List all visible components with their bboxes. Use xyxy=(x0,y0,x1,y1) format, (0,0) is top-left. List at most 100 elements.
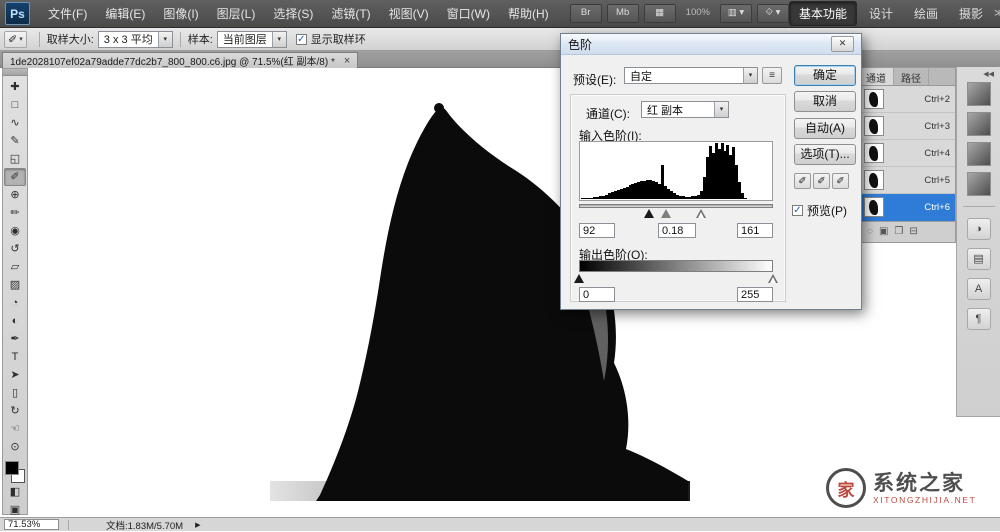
dock-panel-thumbnail-1[interactable] xyxy=(967,112,991,136)
tool-lasso[interactable]: ∿ xyxy=(4,114,26,132)
options-button[interactable]: 选项(T)... xyxy=(794,144,856,165)
input-white-point-slider[interactable] xyxy=(696,209,706,218)
tool-quick-selection[interactable]: ✎ xyxy=(4,132,26,150)
delete-channel-icon[interactable]: ⊟ xyxy=(909,223,917,241)
quick-mask-button[interactable]: ◧ xyxy=(4,483,26,501)
sample-select[interactable]: 当前图层 ▾ xyxy=(217,31,287,48)
dock-panel-thumbnail-3[interactable] xyxy=(967,172,991,196)
menu-item-3[interactable]: 图层(L) xyxy=(208,0,265,28)
preset-value: 自定 xyxy=(625,68,743,84)
tool-hand[interactable]: ☜ xyxy=(4,420,26,438)
application-menubar: Ps 文件(F)编辑(E)图像(I)图层(L)选择(S)滤镜(T)视图(V)窗口… xyxy=(0,0,1000,28)
tool-brush[interactable]: ✏ xyxy=(4,204,26,222)
dialog-close-button[interactable]: ✕ xyxy=(831,36,854,52)
workspace-tab-0[interactable]: 基本功能 xyxy=(789,1,857,26)
status-bar: 71.53% 文档:1.83M/5.70M ▶ xyxy=(0,517,1000,531)
mini-bridge-icon[interactable]: Mb xyxy=(607,4,639,23)
preview-checkbox[interactable]: ✓ xyxy=(792,205,803,216)
tool-3d-rotate[interactable]: ↻ xyxy=(4,402,26,420)
menu-item-6[interactable]: 视图(V) xyxy=(380,0,438,28)
tools-panel-header[interactable] xyxy=(3,69,27,76)
dialog-titlebar[interactable]: 色阶 ✕ xyxy=(561,34,861,55)
tool-gradient[interactable]: ▨ xyxy=(4,276,26,294)
masks-panel-icon[interactable]: ▤ xyxy=(967,248,991,270)
output-white-field[interactable]: 255 xyxy=(737,287,773,302)
auto-button[interactable]: 自动(A) xyxy=(794,118,856,139)
zoom-percentage-field[interactable]: 71.53% xyxy=(4,519,59,530)
channel-row-2[interactable]: Ctrl+4 xyxy=(859,140,955,167)
tool-preset-picker[interactable]: ✐ ▾ xyxy=(4,31,27,48)
tool-clone-stamp[interactable]: ◉ xyxy=(4,222,26,240)
tool-blur[interactable]: ◔ xyxy=(4,294,26,312)
expand-panels-icon[interactable]: ◀◀ xyxy=(983,67,1000,79)
menu-item-5[interactable]: 滤镜(T) xyxy=(322,0,379,28)
set-white-point-eyedropper-button[interactable]: ✐ xyxy=(832,173,849,189)
tool-path-selection[interactable]: ➤ xyxy=(4,366,26,384)
input-black-field[interactable]: 92 xyxy=(579,223,615,238)
output-gradient-bar[interactable] xyxy=(579,260,773,272)
channel-row-0[interactable]: Ctrl+2 xyxy=(859,86,955,113)
load-channel-selection-icon[interactable]: ◌ xyxy=(867,223,873,241)
tool-healing-brush[interactable]: ⊕ xyxy=(4,186,26,204)
workspace-tab-1[interactable]: 设计 xyxy=(860,2,902,25)
tool-history-brush[interactable]: ↺ xyxy=(4,240,26,258)
dock-panel-thumbnail-2[interactable] xyxy=(967,142,991,166)
tool-zoom[interactable]: ⊙ xyxy=(4,438,26,456)
zoom-level-icon[interactable]: 100% xyxy=(681,4,715,23)
channel-select[interactable]: 红 副本 ▾ xyxy=(641,101,729,118)
menu-item-4[interactable]: 选择(S) xyxy=(264,0,322,28)
set-black-point-eyedropper-button[interactable]: ✐ xyxy=(794,173,811,189)
cancel-button[interactable]: 取消 xyxy=(794,91,856,112)
tool-rectangular-marquee[interactable]: □ xyxy=(4,96,26,114)
arrange-documents-icon[interactable]: ▥ ▾ xyxy=(720,4,752,23)
ok-button[interactable]: 确定 xyxy=(794,65,856,86)
sample-size-select[interactable]: 3 x 3 平均 ▾ xyxy=(98,31,173,48)
character-panel-icon[interactable]: A xyxy=(967,278,991,300)
view-extras-icon[interactable]: ▦ xyxy=(644,4,676,23)
preset-select[interactable]: 自定 ▾ xyxy=(624,67,758,84)
tool-crop[interactable]: ◱ xyxy=(4,150,26,168)
input-gamma-slider[interactable] xyxy=(661,209,671,218)
set-gray-point-eyedropper-button[interactable]: ✐ xyxy=(813,173,830,189)
save-selection-as-channel-icon[interactable]: ▣ xyxy=(879,223,888,241)
tool-dodge[interactable]: ◐ xyxy=(4,312,26,330)
menu-item-2[interactable]: 图像(I) xyxy=(154,0,207,28)
channels-tab-0[interactable]: 通道 xyxy=(859,68,894,85)
foreground-color-swatch[interactable] xyxy=(5,461,19,475)
workspace-tab-3[interactable]: 摄影 xyxy=(950,2,992,25)
input-gamma-field[interactable]: 0.18 xyxy=(658,223,696,238)
preset-options-button[interactable]: ≡ xyxy=(762,67,782,84)
menu-item-8[interactable]: 帮助(H) xyxy=(499,0,558,28)
tool-pen[interactable]: ✒ xyxy=(4,330,26,348)
workspace-tab-2[interactable]: 绘画 xyxy=(905,2,947,25)
workspace-overflow-icon[interactable]: ≫ xyxy=(994,8,1000,19)
tool-eraser[interactable]: ▱ xyxy=(4,258,26,276)
new-channel-icon[interactable]: ❐ xyxy=(894,223,903,241)
menu-item-7[interactable]: 窗口(W) xyxy=(438,0,499,28)
show-sampling-ring-checkbox[interactable]: ✓ xyxy=(296,34,307,45)
channels-tab-1[interactable]: 路径 xyxy=(894,68,929,85)
output-white-slider[interactable] xyxy=(768,274,778,283)
tool-eyedropper[interactable]: ✐ xyxy=(4,168,26,186)
channel-row-4[interactable]: Ctrl+6 xyxy=(859,194,955,221)
menu-item-0[interactable]: 文件(F) xyxy=(39,0,96,28)
output-black-field[interactable]: 0 xyxy=(579,287,615,302)
input-black-point-slider[interactable] xyxy=(644,209,654,218)
adjustments-panel-icon[interactable]: ◑ xyxy=(967,218,991,240)
tool-type[interactable]: T xyxy=(4,348,26,366)
output-black-slider[interactable] xyxy=(574,274,584,283)
screen-mode-icon[interactable]: ⟐ ▾ xyxy=(757,4,789,23)
paragraph-panel-icon[interactable]: ¶ xyxy=(967,308,991,330)
tool-shape[interactable]: ▯ xyxy=(4,384,26,402)
channel-row-3[interactable]: Ctrl+5 xyxy=(859,167,955,194)
document-tab[interactable]: 1de2028107ef02a79adde77dc2b7_800_800.c6.… xyxy=(2,52,358,68)
tool-move[interactable]: ✚ xyxy=(4,78,26,96)
dock-panel-thumbnail-0[interactable] xyxy=(967,82,991,106)
tab-close-icon[interactable]: × xyxy=(344,56,350,66)
channel-row-1[interactable]: Ctrl+3 xyxy=(859,113,955,140)
status-options-icon[interactable]: ▶ xyxy=(195,521,200,529)
input-white-field[interactable]: 161 xyxy=(737,223,773,238)
menu-item-1[interactable]: 编辑(E) xyxy=(96,0,154,28)
watermark-subtitle: XITONGZHIJIA.NET xyxy=(873,495,976,505)
bridge-icon[interactable]: Br xyxy=(570,4,602,23)
